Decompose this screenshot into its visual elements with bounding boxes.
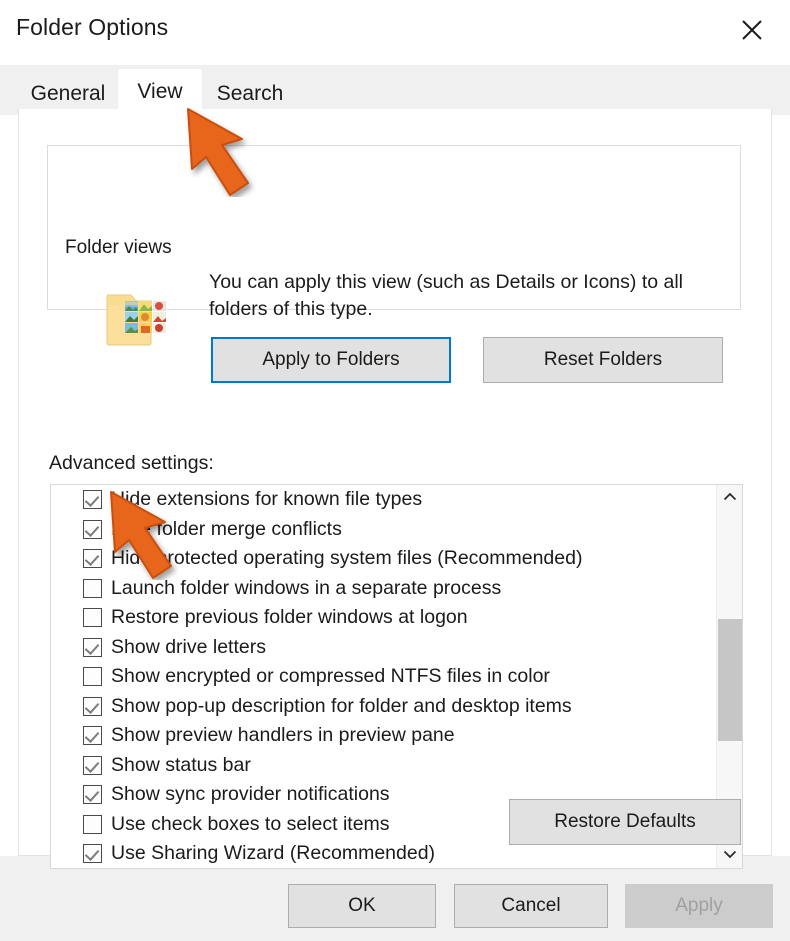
list-item-label: Use check boxes to select items [111, 815, 390, 835]
apply-label: Apply [675, 895, 723, 917]
apply-button: Apply [625, 884, 773, 928]
apply-to-folders-label: Apply to Folders [262, 349, 399, 371]
list-item-label: Show drive letters [111, 638, 266, 658]
close-button[interactable] [722, 6, 782, 54]
restore-defaults-button[interactable]: Restore Defaults [509, 799, 741, 845]
checkbox-unchecked-icon[interactable] [83, 667, 102, 686]
tab-view[interactable]: View [118, 69, 202, 115]
list-item-label: Hide extensions for known file types [111, 490, 422, 510]
checkbox-unchecked-icon[interactable] [83, 579, 102, 598]
list-item-label: Hide protected operating system files (R… [111, 549, 582, 569]
checkbox-checked-icon[interactable] [83, 726, 102, 745]
checkbox-checked-icon[interactable] [83, 697, 102, 716]
cancel-label: Cancel [501, 895, 560, 917]
folder-options-dialog: Folder Options General View Search Folde… [0, 0, 790, 941]
list-item-label: Show encrypted or compressed NTFS files … [111, 667, 550, 687]
list-item[interactable]: Show pop-up description for folder and d… [51, 692, 716, 722]
title-bar: Folder Options [0, 0, 790, 65]
checkbox-unchecked-icon[interactable] [83, 608, 102, 627]
list-item-label: Show preview handlers in preview pane [111, 726, 455, 746]
scrollbar-thumb[interactable] [718, 619, 742, 741]
list-item[interactable]: Hide folder merge conflicts [51, 515, 716, 545]
tab-view-label: View [137, 80, 182, 104]
checkbox-checked-icon[interactable] [83, 520, 102, 539]
list-item-label: Show sync provider notifications [111, 785, 390, 805]
folder-with-pictures-icon [105, 287, 171, 349]
list-item-label: Show status bar [111, 756, 251, 776]
checkbox-unchecked-icon[interactable] [83, 815, 102, 834]
reset-folders-label: Reset Folders [544, 349, 662, 371]
list-item[interactable]: Launch folder windows in a separate proc… [51, 574, 716, 604]
restore-defaults-label: Restore Defaults [554, 811, 696, 833]
checkbox-checked-icon[interactable] [83, 756, 102, 775]
list-item[interactable]: Hide extensions for known file types [51, 485, 716, 515]
view-tab-panel: Folder views [18, 109, 772, 856]
list-item[interactable]: Show status bar [51, 751, 716, 781]
list-item[interactable]: Show encrypted or compressed NTFS files … [51, 662, 716, 692]
chevron-up-icon [723, 489, 737, 507]
ok-button[interactable]: OK [288, 884, 436, 928]
list-item-label: Restore previous folder windows at logon [111, 608, 468, 628]
list-item[interactable]: Hide protected operating system files (R… [51, 544, 716, 574]
list-item[interactable]: Show drive letters [51, 633, 716, 663]
tab-search-label: Search [217, 82, 284, 106]
page-title: Folder Options [16, 14, 168, 41]
checkbox-checked-icon[interactable] [83, 549, 102, 568]
list-item-label: Show pop-up description for folder and d… [111, 697, 572, 717]
checkbox-checked-icon[interactable] [83, 490, 102, 509]
close-icon [740, 18, 764, 42]
chevron-down-icon [723, 846, 737, 864]
tab-general-label: General [31, 82, 106, 106]
list-item[interactable]: Show preview handlers in preview pane [51, 721, 716, 751]
advanced-settings-label: Advanced settings: [49, 452, 214, 475]
folder-views-description: You can apply this view (such as Details… [209, 269, 739, 323]
checkbox-checked-icon[interactable] [83, 638, 102, 657]
cancel-button[interactable]: Cancel [454, 884, 608, 928]
apply-to-folders-button[interactable]: Apply to Folders [211, 337, 451, 383]
list-item-label: Launch folder windows in a separate proc… [111, 579, 501, 599]
tab-strip: General View Search [0, 65, 790, 115]
list-item-label: Hide folder merge conflicts [111, 520, 342, 540]
checkbox-checked-icon[interactable] [83, 785, 102, 804]
scroll-down-button[interactable] [717, 842, 742, 868]
folder-views-legend: Folder views [59, 237, 178, 259]
reset-folders-button[interactable]: Reset Folders [483, 337, 723, 383]
scroll-up-button[interactable] [717, 485, 742, 511]
checkbox-checked-icon[interactable] [83, 844, 102, 863]
list-item-label: Use Sharing Wizard (Recommended) [111, 844, 435, 864]
list-item[interactable]: Restore previous folder windows at logon [51, 603, 716, 633]
ok-label: OK [348, 895, 375, 917]
